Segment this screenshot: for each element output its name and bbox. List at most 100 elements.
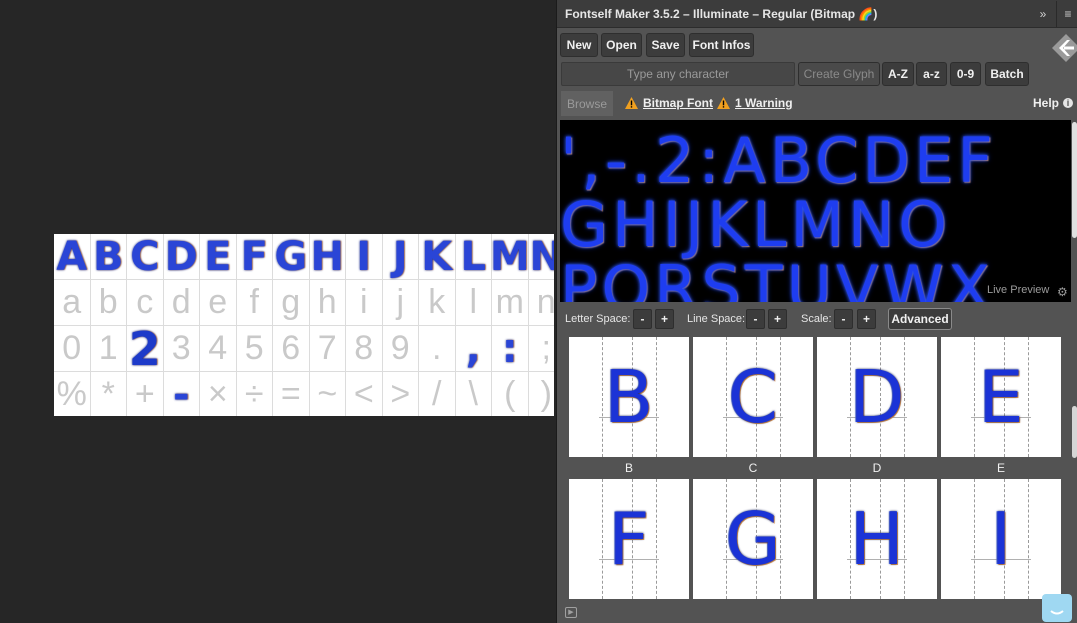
template-cell: e [200, 280, 237, 326]
template-cell: - [164, 372, 200, 416]
glyph-card-e[interactable]: E [941, 337, 1061, 457]
glyph-preview: H [849, 497, 905, 581]
template-cell: B [90, 234, 127, 280]
uppercase-az-button[interactable]: A-Z [882, 62, 914, 86]
glyph-preview: F [608, 497, 650, 581]
collapse-icon[interactable]: » [1036, 7, 1050, 21]
template-cell: / [419, 372, 456, 416]
template-cell: ) [529, 372, 555, 416]
glyph-grid-scrollbar[interactable] [1072, 406, 1077, 458]
glyph-label: B [624, 461, 633, 475]
bitmap-font-label: Bitmap Font [643, 96, 713, 110]
warning-count-label: 1 Warning [735, 96, 793, 110]
font-infos-button[interactable]: Font Infos [689, 33, 754, 57]
template-cell: \ [456, 372, 492, 416]
scale-label: Scale: [801, 313, 832, 325]
glyph-label: E [996, 461, 1005, 475]
line-space-label: Line Space: [687, 313, 746, 325]
lowercase-az-button[interactable]: a-z [916, 62, 947, 86]
glyph-label: C [748, 461, 758, 475]
batch-button[interactable]: Batch [985, 62, 1029, 86]
template-cell: E [200, 234, 237, 280]
template-cell: n [528, 280, 554, 326]
scale-plus-button[interactable]: + [857, 309, 876, 329]
template-cell: I [346, 234, 383, 280]
template-cell: 7 [309, 326, 346, 372]
type-character-input[interactable]: Type any character [561, 62, 795, 86]
template-cell: % [54, 372, 91, 416]
save-button[interactable]: Save [646, 33, 685, 57]
template-cell: k [419, 280, 456, 326]
letter-space-plus-button[interactable]: + [655, 309, 674, 329]
glyph-preview: D [849, 355, 905, 439]
warning-icon [625, 97, 638, 109]
glyph-card-g[interactable]: G [693, 479, 813, 599]
titlebar-divider [1056, 0, 1057, 27]
create-glyph-button[interactable]: Create Glyph [798, 62, 880, 86]
template-cell: F [236, 234, 273, 280]
template-cell: > [383, 372, 419, 416]
template-row-lowercase: abcdefghijklmn [54, 280, 554, 326]
template-cell: l [455, 280, 492, 326]
template-row-uppercase: ABCDEFGHIJKLMN [54, 234, 554, 280]
browse-button[interactable]: Browse [561, 91, 613, 116]
template-cell: , [455, 326, 492, 372]
panel-titlebar: Fontself Maker 3.5.2 – Illuminate – Regu… [557, 0, 1077, 28]
glyph-card-b[interactable]: B [569, 337, 689, 457]
template-cell: G [273, 234, 310, 280]
line-space-minus-button[interactable]: - [746, 309, 765, 329]
preview-settings-gear-icon[interactable]: ⚙ [1057, 285, 1068, 299]
preview-scrollbar[interactable] [1072, 122, 1077, 238]
help-label: Help [1033, 96, 1060, 110]
info-icon: i [1063, 98, 1074, 108]
template-cell: a [54, 280, 91, 326]
new-button[interactable]: New [560, 33, 598, 57]
letter-space-minus-button[interactable]: - [633, 309, 652, 329]
document-canvas[interactable]: ABCDEFGHIJKLMN abcdefghijklmn 0123456789… [0, 0, 556, 623]
warning-icon [717, 97, 730, 109]
glyph-card-i[interactable]: I [941, 479, 1061, 599]
live-preview-label: Live Preview [987, 284, 1050, 296]
advanced-button[interactable]: Advanced [888, 308, 952, 330]
glyph-preview: E [978, 355, 1024, 439]
template-cell: f [236, 280, 273, 326]
glyph-card-d[interactable]: D [817, 337, 937, 457]
template-cell: < [346, 372, 383, 416]
play-icon[interactable]: ▶ [565, 607, 577, 618]
open-button[interactable]: Open [601, 33, 642, 57]
glyph-grid[interactable]: BBCCDDEEFGHI [557, 337, 1077, 623]
app-root: ABCDEFGHIJKLMN abcdefghijklmn 0123456789… [0, 0, 1077, 623]
panel-menu-icon[interactable]: ≡ [1061, 7, 1075, 21]
template-row-digits: 0 1 2 3 4 5 6 7 8 9.,:; [54, 322, 554, 376]
warning-link[interactable]: 1 Warning [717, 96, 793, 110]
template-cell: ÷ [237, 372, 273, 416]
glyph-template-sheet[interactable]: ABCDEFGHIJKLMN abcdefghijklmn 0123456789… [54, 234, 554, 416]
template-cell: J [382, 234, 419, 280]
glyph-preview: B [604, 355, 654, 439]
template-cell: 6 [273, 326, 310, 372]
template-cell: × [200, 372, 237, 416]
template-cell: : [492, 326, 529, 372]
live-preview-area[interactable]: ',-.2:ABCDEF GHIJKLMNO PQRSTUVWX [560, 120, 1071, 302]
template-cell: 1 [90, 326, 127, 372]
panel-title: Fontself Maker 3.5.2 – Illuminate – Regu… [565, 6, 878, 21]
bitmap-font-link[interactable]: Bitmap Font [625, 96, 713, 110]
template-cell: * [91, 372, 127, 416]
template-cell: K [419, 234, 456, 280]
template-cell: m [492, 280, 529, 326]
template-cell: ~ [310, 372, 346, 416]
digits-button[interactable]: 0-9 [950, 62, 981, 86]
glyph-card-h[interactable]: H [817, 479, 937, 599]
chat-support-icon[interactable] [1042, 594, 1072, 622]
glyph-preview: C [727, 355, 779, 439]
help-button[interactable]: Help i [1033, 96, 1074, 110]
preview-line-3: PQRSTUVWX [560, 252, 995, 303]
glyph-label: D [872, 461, 882, 475]
line-space-plus-button[interactable]: + [768, 309, 787, 329]
template-cell: ; [528, 326, 554, 372]
glyph-card-f[interactable]: F [569, 479, 689, 599]
scale-minus-button[interactable]: - [834, 309, 853, 329]
template-cell: g [273, 280, 310, 326]
glyph-card-c[interactable]: C [693, 337, 813, 457]
template-cell: + [127, 372, 164, 416]
